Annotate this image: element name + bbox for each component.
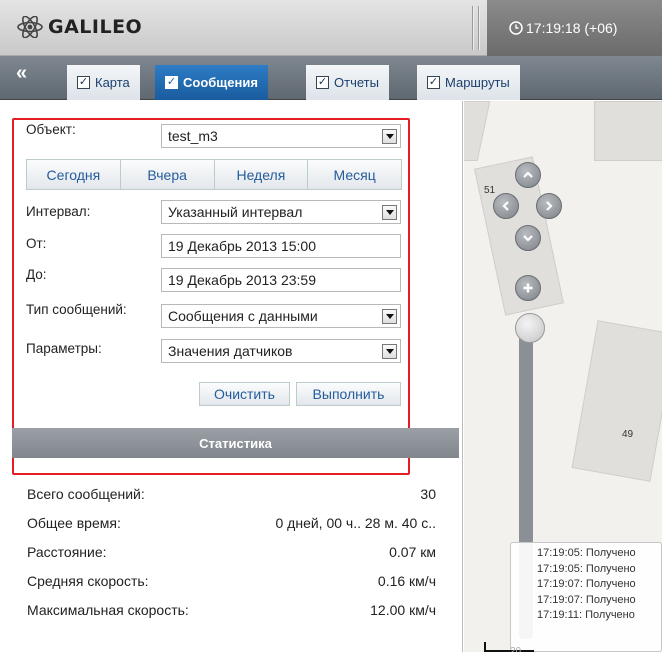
chevron-left-icon (502, 201, 509, 211)
object-label: Объект: (26, 122, 76, 137)
header-divider (472, 6, 474, 50)
run-button[interactable]: Выполнить (296, 382, 401, 406)
log-entry: 17:19:11: Получено (537, 609, 635, 621)
event-log: 17:19:05: Получено 17:19:05: Получено 17… (510, 542, 662, 652)
object-select[interactable]: test_m3 (161, 124, 401, 148)
clock-icon (509, 21, 523, 35)
tab-label: Отчеты (334, 75, 379, 90)
map-scale-label: 20 (510, 646, 522, 652)
map-building (594, 101, 662, 161)
map-scale-bar (484, 642, 534, 652)
interval-label: Интервал: (26, 204, 91, 219)
atom-icon (17, 16, 43, 38)
stat-label: Средняя скорость: (27, 573, 149, 589)
chevron-right-icon (546, 201, 553, 211)
log-entry: 17:19:07: Получено (537, 578, 636, 590)
stat-label: Общее время: (27, 515, 121, 531)
map-building (464, 101, 491, 161)
to-date-input[interactable]: 19 Декабрь 2013 23:59 (161, 268, 401, 292)
from-label: От: (26, 236, 47, 251)
stat-value: 30 (420, 486, 436, 502)
log-entry: 17:19:07: Получено (537, 593, 636, 606)
message-type-value: Сообщения с данными (168, 308, 318, 324)
interval-select[interactable]: Указанный интервал (161, 200, 401, 224)
to-date-value: 19 Декабрь 2013 23:59 (168, 272, 317, 288)
top-bar: GALILEO 17:19:18 (+06) (0, 0, 662, 56)
chevron-up-icon (523, 171, 533, 178)
plus-icon (523, 283, 533, 293)
clock-time: 17:19:18 (+06) (526, 20, 618, 36)
stat-label: Расстояние: (27, 544, 107, 560)
chevron-down-icon[interactable] (382, 129, 397, 144)
tab-map-checkbox[interactable]: ✓ (77, 76, 90, 89)
interval-value: Указанный интервал (168, 204, 303, 220)
logo-text: GALILEO (48, 16, 143, 38)
stat-value: 12.00 км/ч (370, 602, 436, 618)
chevron-down-icon[interactable] (382, 205, 397, 220)
tab-map[interactable]: ✓ Карта (67, 65, 140, 100)
today-button[interactable]: Сегодня (27, 160, 121, 189)
tab-reports[interactable]: ✓ Отчеты (306, 65, 389, 100)
map-building (571, 320, 662, 482)
chevron-down-icon (523, 235, 533, 242)
yesterday-button[interactable]: Вчера (120, 160, 215, 189)
tab-strip: « ✓ Карта ✓ Сообщения ✓ Отчеты ✓ Маршрут… (0, 56, 662, 100)
map-view[interactable]: 51 49 17:19:05: Получено 17:19:05: Получ… (464, 101, 662, 652)
tab-label: Карта (95, 75, 130, 90)
tab-routes-checkbox[interactable]: ✓ (427, 76, 440, 89)
clock-display: 17:19:18 (+06) (487, 0, 662, 56)
stat-label: Всего сообщений: (27, 486, 145, 502)
tab-label: Сообщения (183, 75, 258, 90)
chevron-down-icon[interactable] (382, 309, 397, 324)
parameters-label: Параметры: (26, 341, 102, 356)
tab-reports-checkbox[interactable]: ✓ (316, 76, 329, 89)
stat-value: 0.07 км (389, 544, 436, 560)
map-label: 49 (622, 429, 634, 440)
tab-messages-checkbox[interactable]: ✓ (165, 76, 178, 89)
month-button[interactable]: Месяц (308, 160, 401, 189)
tab-messages[interactable]: ✓ Сообщения (155, 65, 268, 100)
collapse-panel-button[interactable]: « (16, 62, 27, 85)
log-entry: 17:19:05: Получено (537, 547, 636, 559)
messages-panel: Объект: test_m3 Сегодня Вчера Неделя Мес… (0, 101, 463, 652)
zoom-in-button[interactable] (515, 275, 541, 301)
to-label: До: (26, 267, 47, 282)
header-divider (478, 6, 480, 50)
object-value: test_m3 (168, 128, 218, 144)
parameters-value: Значения датчиков (168, 343, 293, 359)
message-type-label: Тип сообщений: (26, 302, 127, 317)
chevron-down-icon[interactable] (382, 344, 397, 359)
pan-down-button[interactable] (515, 225, 541, 251)
stat-value: 0.16 км/ч (377, 573, 436, 589)
clear-button[interactable]: Очистить (199, 382, 290, 406)
week-button[interactable]: Неделя (214, 160, 309, 189)
galileo-logo: GALILEO (16, 16, 142, 38)
pan-right-button[interactable] (536, 193, 562, 219)
tab-routes[interactable]: ✓ Маршруты (417, 65, 520, 100)
from-date-input[interactable]: 19 Декабрь 2013 15:00 (161, 234, 401, 258)
map-label: 51 (484, 185, 496, 196)
pan-left-button[interactable] (493, 193, 519, 219)
log-entry: 17:19:05: Получено (537, 562, 636, 575)
parameters-select[interactable]: Значения датчиков (161, 339, 401, 363)
tab-label: Маршруты (445, 75, 510, 90)
message-type-select[interactable]: Сообщения с данными (161, 304, 401, 328)
stat-label: Максимальная скорость: (27, 602, 189, 618)
period-button-group: Сегодня Вчера Неделя Месяц (26, 159, 402, 190)
pan-up-button[interactable] (515, 162, 541, 188)
from-date-value: 19 Декабрь 2013 15:00 (168, 238, 317, 254)
zoom-slider-knob[interactable] (515, 313, 545, 343)
statistics-header: Статистика (12, 428, 459, 458)
stat-value: 0 дней, 00 ч.. 28 м. 40 с.. (275, 515, 437, 531)
